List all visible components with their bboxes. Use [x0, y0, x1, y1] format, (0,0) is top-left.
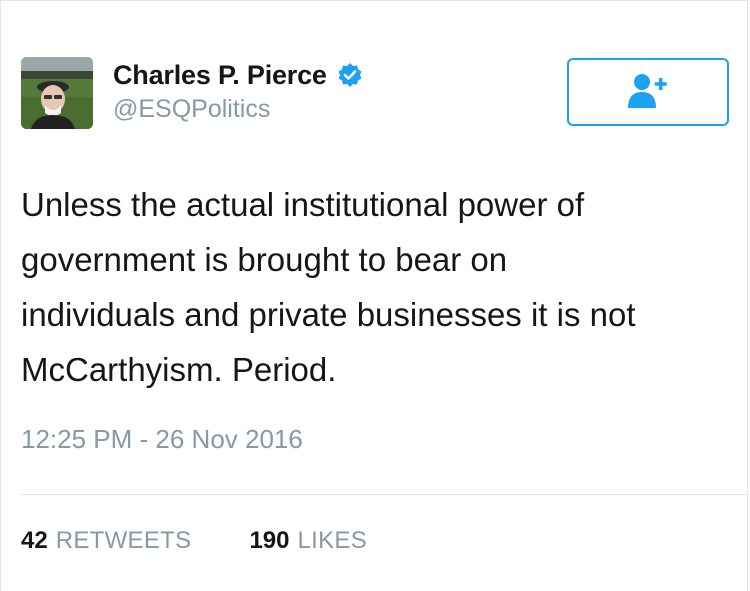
tweet-text-line: McCarthyism. Period.: [21, 351, 337, 388]
tweet-text-line: Unless the actual institutional power of: [21, 186, 585, 223]
retweets-stat[interactable]: 42 RETWEETS: [21, 527, 191, 555]
tweet-stats: 42 RETWEETS 190 LIKES: [21, 527, 367, 555]
avatar[interactable]: [21, 57, 93, 129]
retweets-count: 42: [21, 527, 48, 554]
likes-count: 190: [249, 527, 290, 554]
author-handle[interactable]: @ESQPolitics: [113, 95, 270, 124]
display-name[interactable]: Charles P. Pierce: [113, 60, 327, 91]
likes-label: LIKES: [297, 527, 368, 554]
likes-stat[interactable]: 190 LIKES: [249, 527, 367, 555]
avatar-image: [21, 57, 93, 129]
follow-button[interactable]: [567, 58, 729, 126]
add-user-icon: [626, 70, 670, 115]
tweet-card: Charles P. Pierce @ESQPolitics Unless th…: [0, 0, 749, 591]
retweets-label: RETWEETS: [55, 527, 192, 554]
author-name-row: Charles P. Pierce: [113, 57, 363, 93]
tweet-text-line: government is brought to bear on: [21, 241, 508, 278]
tweet-text: Unless the actual institutional power of…: [21, 177, 721, 397]
verified-badge-icon: [337, 62, 363, 88]
divider: [21, 494, 749, 495]
tweet-timestamp[interactable]: 12:25 PM - 26 Nov 2016: [21, 424, 303, 455]
tweet-text-line: individuals and private businesses it is…: [21, 296, 636, 333]
